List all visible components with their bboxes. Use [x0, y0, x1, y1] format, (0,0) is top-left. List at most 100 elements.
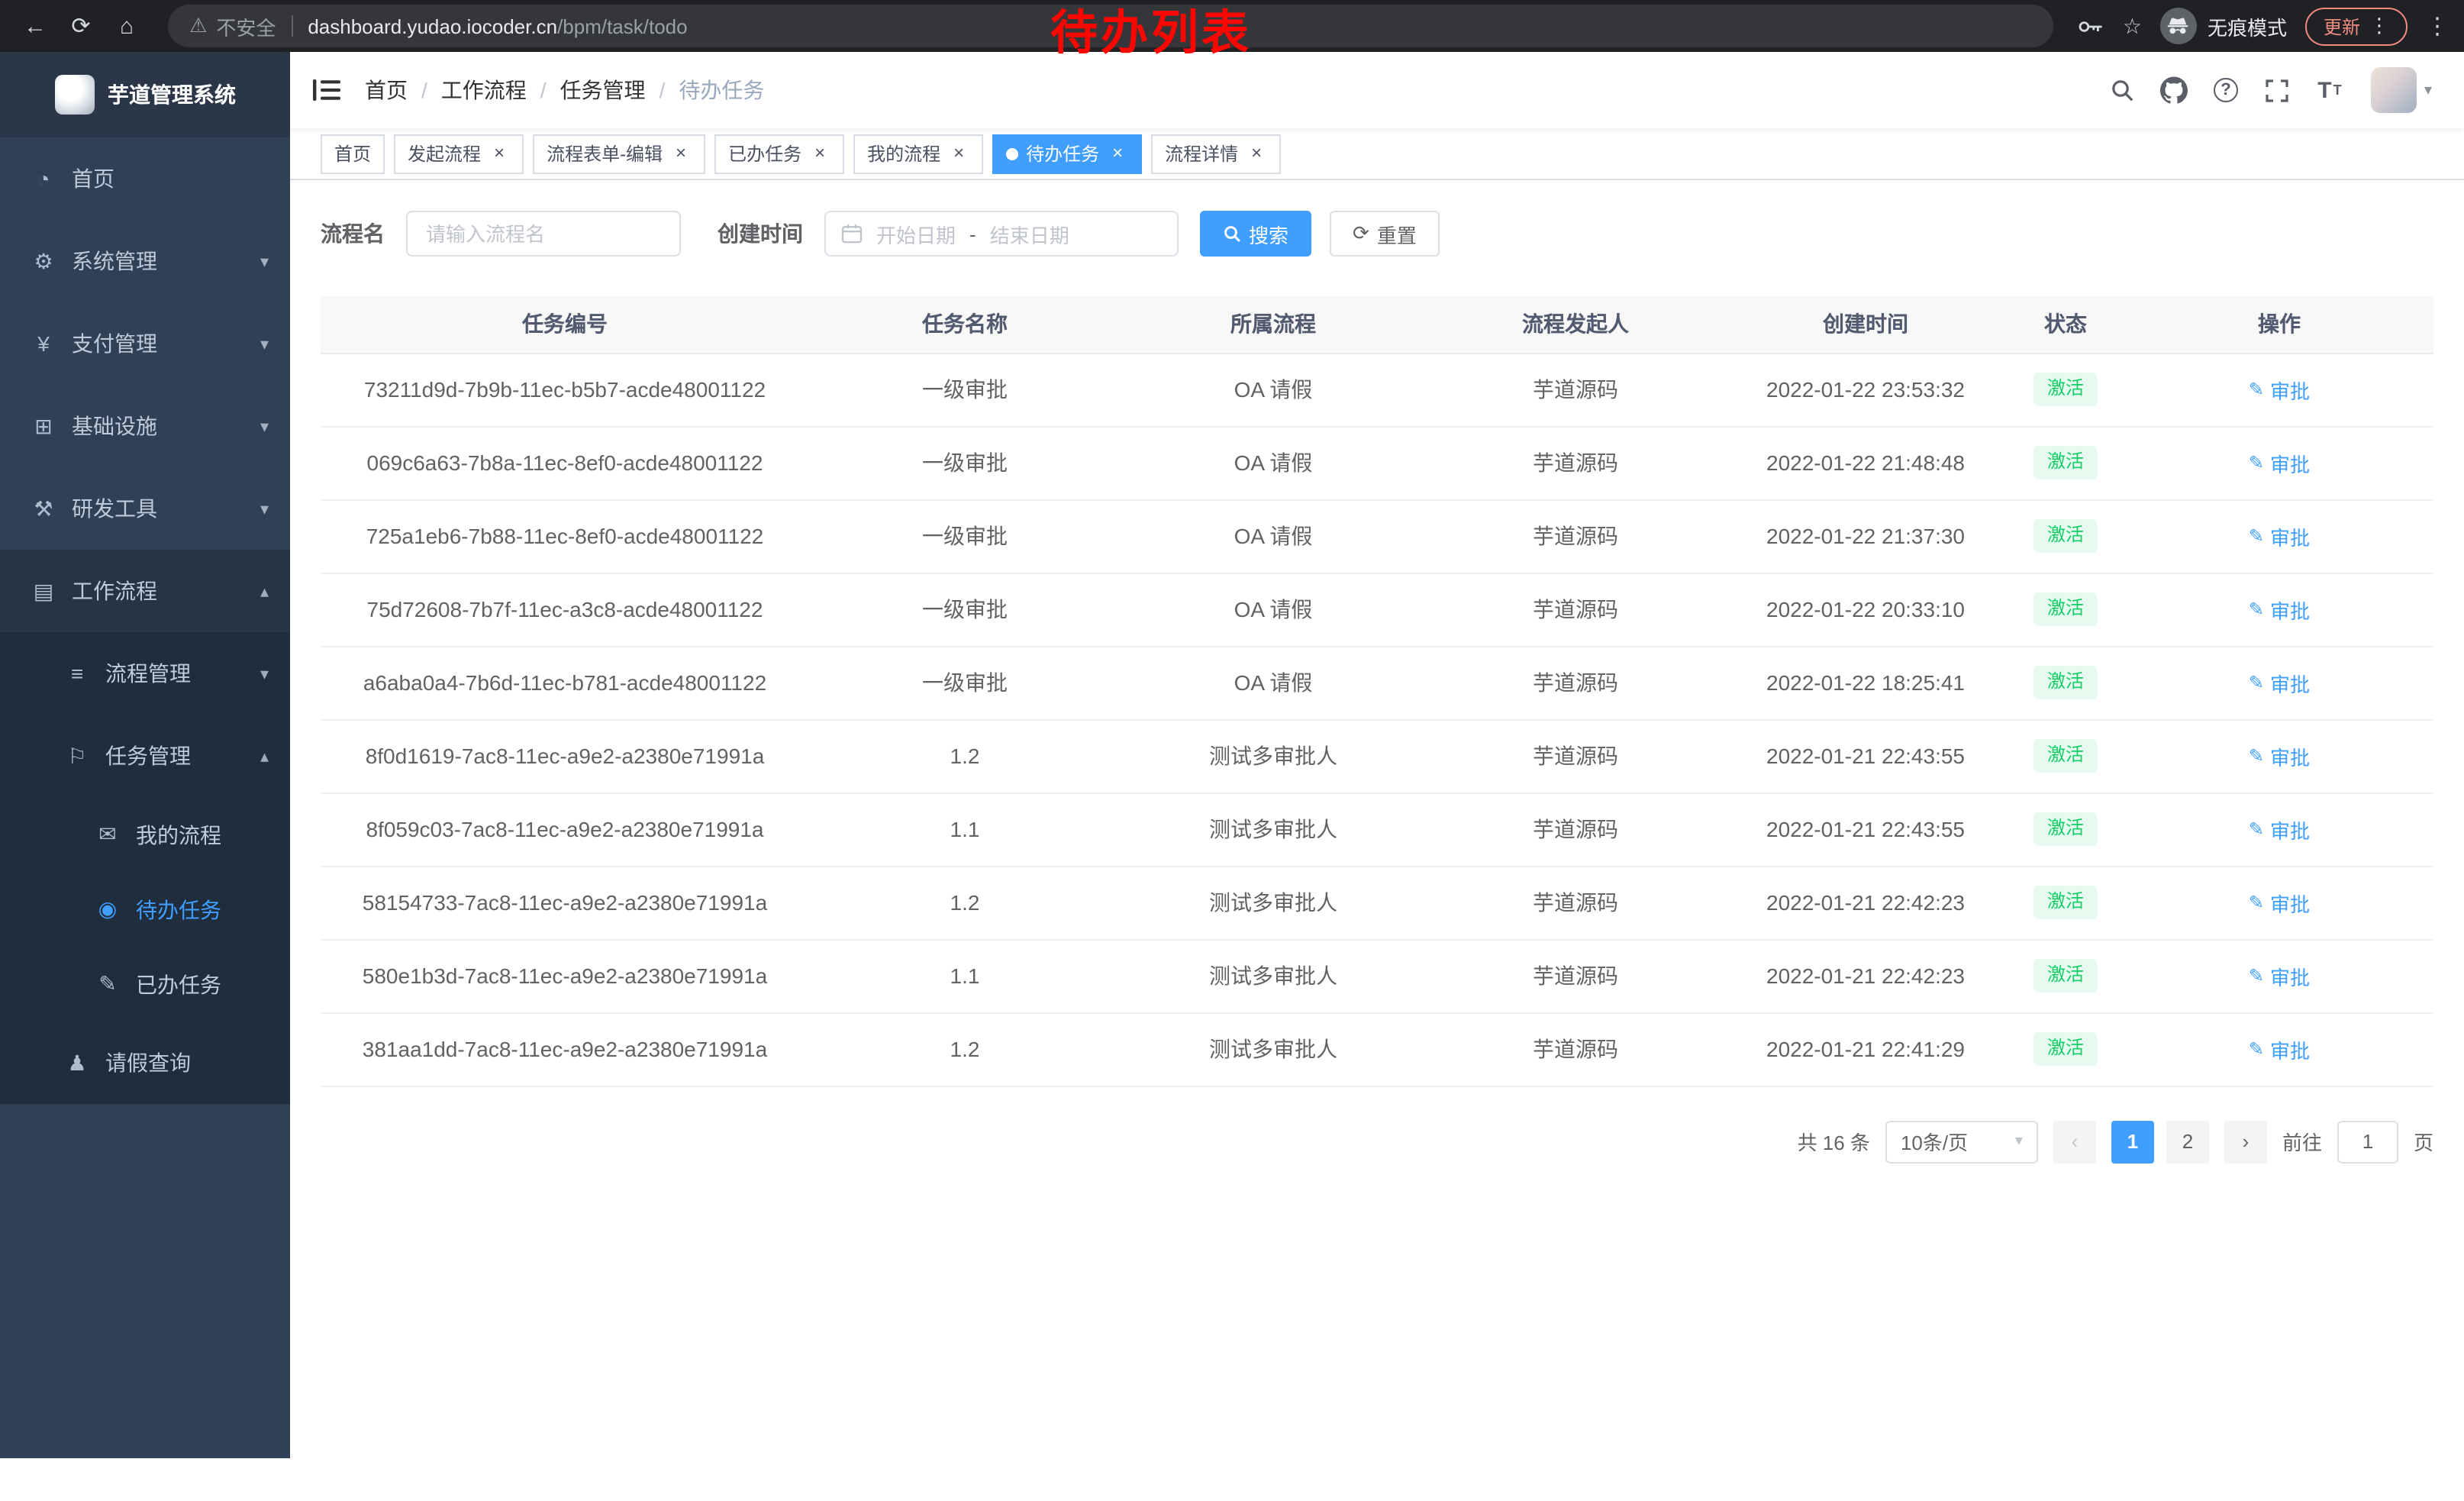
- close-tab-icon[interactable]: ×: [670, 143, 692, 164]
- sidebar-item-devtools[interactable]: ⚒研发工具▾: [0, 467, 290, 550]
- breadcrumb-item: 待办任务: [679, 75, 764, 105]
- font-size-icon[interactable]: TT: [2304, 52, 2356, 128]
- fullscreen-icon[interactable]: [2252, 52, 2304, 128]
- edit-pen-icon: ✎: [2249, 599, 2264, 620]
- approve-link[interactable]: ✎ 审批: [2249, 1035, 2310, 1064]
- end-date-placeholder: 结束日期: [990, 219, 1069, 248]
- approve-link[interactable]: ✎审批: [2249, 448, 2310, 477]
- column-header: 操作: [2125, 296, 2433, 353]
- edit-pen-icon: ✎: [2249, 672, 2264, 693]
- create-time-range-picker[interactable]: 开始日期 - 结束日期: [824, 211, 1179, 257]
- approve-label: 审批: [2270, 1035, 2310, 1064]
- sidebar-item-process-manage[interactable]: ≡流程管理▾: [0, 632, 290, 715]
- start-date-placeholder: 开始日期: [876, 219, 956, 248]
- payment-icon: ¥: [31, 331, 56, 356]
- reset-button[interactable]: ⟳ 重置: [1330, 211, 1440, 257]
- next-page-button[interactable]: ›: [2224, 1120, 2267, 1163]
- table-row: 8f0d1619-7ac8-11ec-a9e2-a2380e71991a1.2测…: [321, 719, 2433, 792]
- tags-view-tab[interactable]: 已办任务×: [714, 134, 844, 173]
- cell-task-id: 069c6a63-7b8a-11ec-8ef0-acde48001122: [321, 426, 809, 499]
- help-icon[interactable]: ?: [2200, 52, 2252, 128]
- column-header: 任务编号: [321, 296, 809, 353]
- user-avatar-menu[interactable]: ▾: [2371, 67, 2432, 113]
- page-button[interactable]: 2: [2166, 1120, 2209, 1163]
- approve-link[interactable]: ✎审批: [2249, 815, 2310, 844]
- goto-page-input[interactable]: [2337, 1120, 2398, 1163]
- tags-view-tab[interactable]: 我的流程×: [853, 134, 983, 173]
- table-row: 381aa1dd-7ac8-11ec-a9e2-a2380e71991a1.2测…: [321, 1012, 2433, 1086]
- prev-page-button[interactable]: ‹: [2053, 1120, 2096, 1163]
- breadcrumb-item[interactable]: 任务管理: [560, 75, 646, 105]
- cell-status: 激活: [2006, 426, 2125, 499]
- update-menu-dots-icon: ⋮: [2369, 14, 2389, 38]
- page-button[interactable]: 1: [2111, 1120, 2154, 1163]
- close-tab-icon[interactable]: ×: [1246, 143, 1267, 164]
- select-caret-down-icon: ▾: [2015, 1133, 2023, 1150]
- approve-link[interactable]: ✎审批: [2249, 521, 2310, 550]
- browser-menu-icon[interactable]: ⋮: [2426, 12, 2449, 40]
- tags-view-tab[interactable]: 首页: [321, 134, 385, 173]
- close-tab-icon[interactable]: ×: [948, 143, 969, 164]
- edit-pen-icon: ✎: [2249, 379, 2264, 400]
- chevron-down-icon: ▾: [260, 251, 269, 271]
- password-key-icon[interactable]: [2079, 18, 2104, 34]
- tab-label: 首页: [334, 140, 371, 166]
- browser-reload-icon[interactable]: ⟳: [61, 6, 101, 46]
- sidebar-item-home[interactable]: ◔首页: [0, 137, 290, 220]
- cell-task-id: 381aa1dd-7ac8-11ec-a9e2-a2380e71991a: [321, 1012, 809, 1086]
- cell-starter: 芋道源码: [1426, 719, 1725, 792]
- reset-button-label: 重置: [1377, 219, 1417, 248]
- process-name-input[interactable]: [406, 211, 681, 257]
- update-button[interactable]: 更新 ⋮: [2305, 7, 2408, 45]
- approve-link[interactable]: ✎审批: [2249, 375, 2310, 404]
- cell-action: ✎审批: [2125, 353, 2433, 426]
- edit-pen-icon: ✎: [95, 971, 121, 997]
- sidebar-item-payment[interactable]: ¥支付管理▾: [0, 302, 290, 385]
- sidebar-item-todo-task[interactable]: ◉待办任务: [0, 872, 290, 947]
- cell-process: 测试多审批人: [1121, 1012, 1426, 1086]
- navbar-right: ? TT ▾: [2096, 52, 2441, 128]
- close-tab-icon[interactable]: ×: [809, 143, 830, 164]
- cell-starter: 芋道源码: [1426, 499, 1725, 573]
- cell-task-name: 1.2: [809, 1012, 1121, 1086]
- search-button[interactable]: 搜索: [1200, 211, 1311, 257]
- browser-back-icon[interactable]: ←: [15, 6, 55, 46]
- breadcrumb-item[interactable]: 首页: [365, 75, 408, 105]
- sidebar-item-task-manage[interactable]: ⚐任务管理▴: [0, 715, 290, 797]
- incognito-label: 无痕模式: [2208, 11, 2287, 40]
- hamburger-icon[interactable]: [313, 78, 340, 102]
- browser-home-icon[interactable]: ⌂: [107, 6, 147, 46]
- status-badge: 激活: [2033, 592, 2098, 625]
- tags-view-tab[interactable]: 待办任务×: [992, 134, 1142, 173]
- sidebar-item-label: 首页: [72, 163, 114, 194]
- close-tab-icon[interactable]: ×: [489, 143, 510, 164]
- approve-link[interactable]: ✎审批: [2249, 595, 2310, 624]
- not-secure-label: 不安全: [216, 11, 276, 40]
- github-icon[interactable]: [2148, 52, 2200, 128]
- sidebar-item-infrastructure[interactable]: ⊞基础设施▾: [0, 385, 290, 467]
- page-size-select[interactable]: 10条/页 ▾: [1885, 1120, 2038, 1163]
- tags-view-tab[interactable]: 流程表单-编辑×: [533, 134, 705, 173]
- cell-create-time: 2022-01-22 23:53:32: [1725, 353, 2006, 426]
- approve-link[interactable]: ✎审批: [2249, 668, 2310, 697]
- bookmark-star-icon[interactable]: ☆: [2123, 13, 2142, 39]
- sidebar-item-label: 我的流程: [136, 819, 221, 850]
- sidebar-item-system[interactable]: ⚙系统管理▾: [0, 220, 290, 302]
- sidebar-item-my-process[interactable]: ✉我的流程: [0, 797, 290, 872]
- cell-task-id: 73211d9d-7b9b-11ec-b5b7-acde48001122: [321, 353, 809, 426]
- tags-view-tab[interactable]: 发起流程×: [394, 134, 524, 173]
- sidebar-item-workflow[interactable]: ▤工作流程▴: [0, 550, 290, 632]
- process-name-label: 流程名: [321, 218, 385, 249]
- close-tab-icon[interactable]: ×: [1107, 143, 1128, 164]
- logo[interactable]: 芋道管理系统: [0, 52, 290, 137]
- approve-link[interactable]: ✎审批: [2249, 741, 2310, 770]
- sidebar-item-leave-query[interactable]: ♟请假查询: [0, 1022, 290, 1104]
- sidebar-item-done-task[interactable]: ✎已办任务: [0, 947, 290, 1022]
- edit-pen-icon: ✎: [2249, 1038, 2264, 1060]
- tags-view-tab[interactable]: 流程详情×: [1151, 134, 1281, 173]
- search-icon[interactable]: [2096, 52, 2148, 128]
- approve-link[interactable]: ✎审批: [2249, 961, 2310, 990]
- breadcrumb-item[interactable]: 工作流程: [441, 75, 527, 105]
- approve-link[interactable]: ✎审批: [2249, 888, 2310, 917]
- gear-icon: ⚙: [31, 248, 56, 274]
